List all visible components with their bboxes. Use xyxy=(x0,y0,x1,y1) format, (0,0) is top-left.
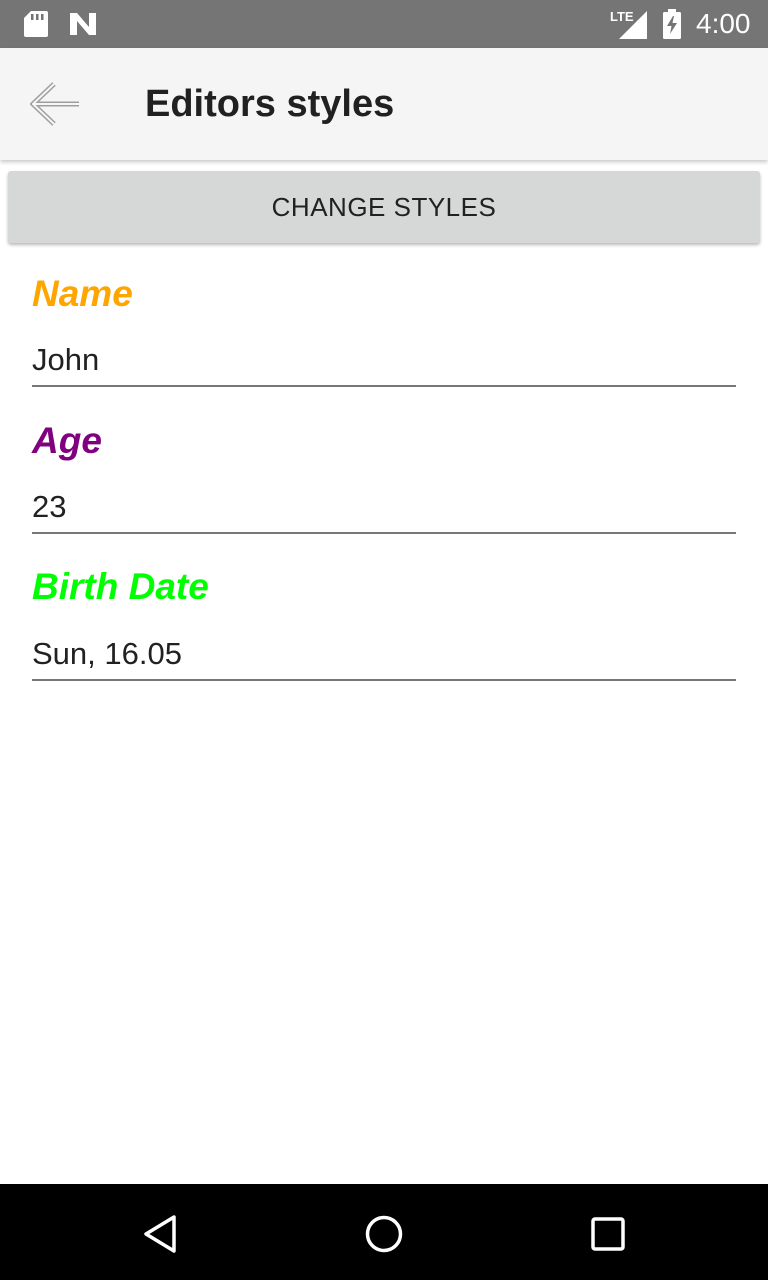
sd-card-icon xyxy=(24,11,48,37)
home-circle-icon[interactable] xyxy=(362,1212,406,1256)
n-notification-icon xyxy=(70,13,96,35)
back-triangle-icon[interactable] xyxy=(138,1212,182,1256)
age-input[interactable] xyxy=(32,482,736,534)
arrow-back-icon xyxy=(30,82,79,126)
page-title: Editors styles xyxy=(145,83,395,125)
status-bar: LTE 4:00 xyxy=(0,0,768,48)
back-button[interactable] xyxy=(20,72,92,136)
signal-icon xyxy=(619,11,647,39)
battery-charging-icon xyxy=(663,9,681,39)
recents-square-icon[interactable] xyxy=(586,1212,630,1256)
birth-date-input[interactable] xyxy=(32,629,736,681)
name-label: Name xyxy=(32,273,133,314)
app-bar: Editors styles xyxy=(0,48,768,160)
clock: 4:00 xyxy=(696,8,751,39)
change-styles-button[interactable]: CHANGE STYLES xyxy=(8,171,760,243)
name-input[interactable] xyxy=(32,335,736,387)
age-label: Age xyxy=(32,420,102,461)
birth-date-label: Birth Date xyxy=(32,566,209,607)
navigation-bar xyxy=(0,1184,768,1280)
